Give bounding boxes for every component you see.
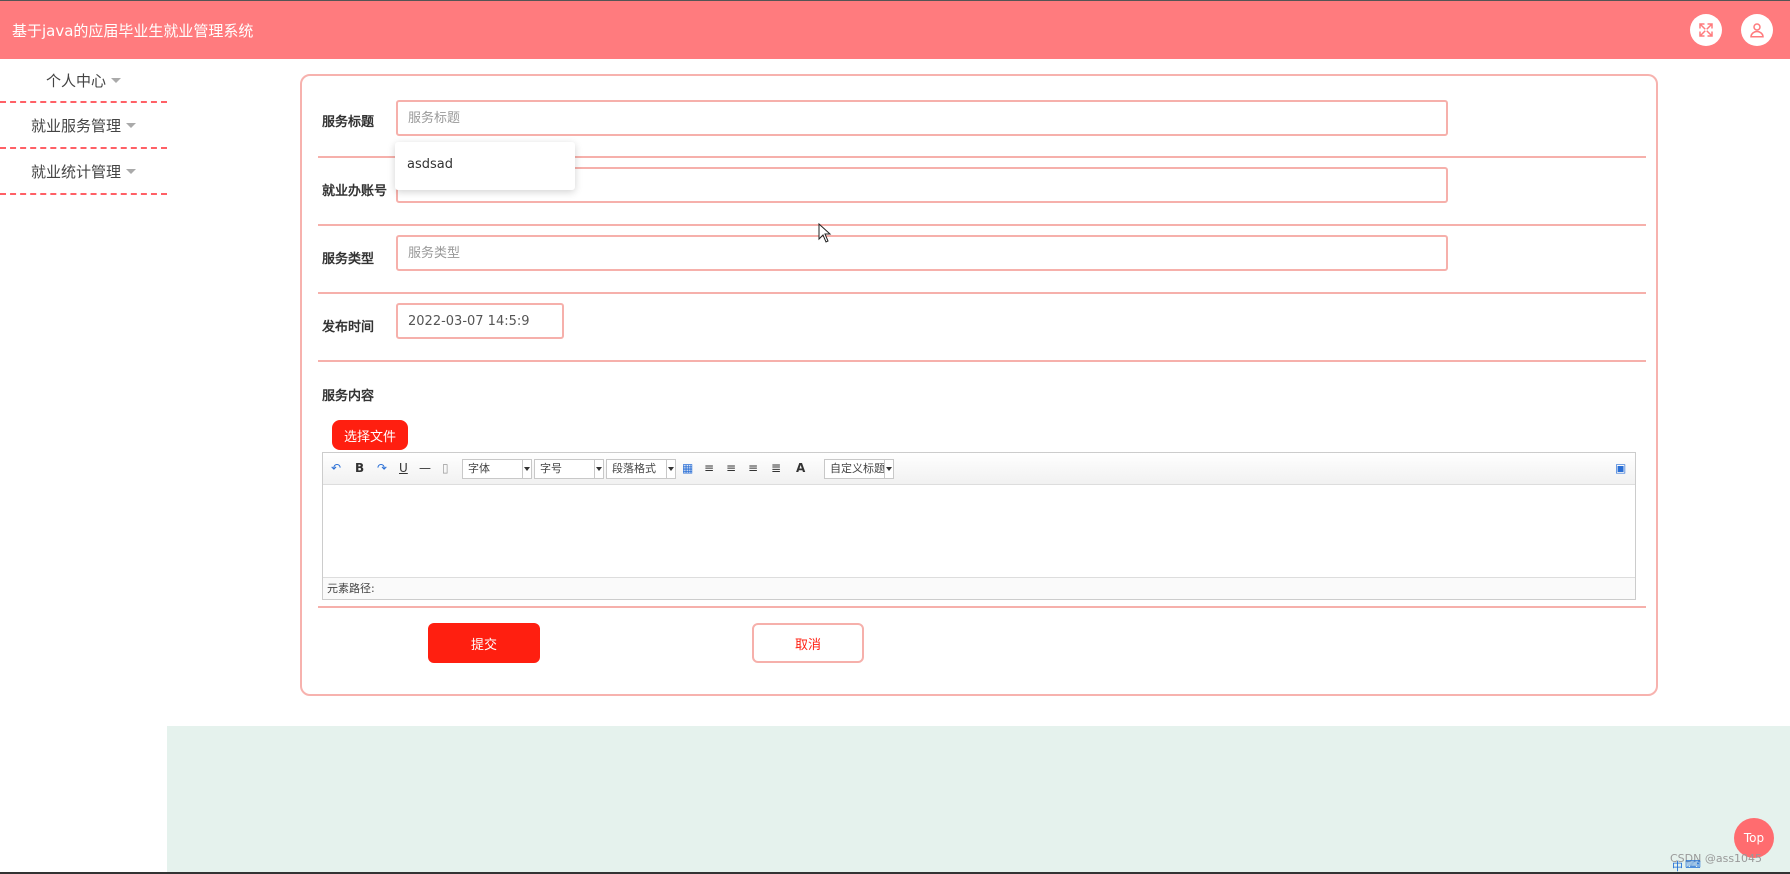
sidebar: 个人中心 就业服务管理 就业统计管理	[0, 59, 167, 195]
service-type-label: 服务类型	[322, 252, 375, 267]
publish-time-label: 发布时间	[322, 320, 375, 335]
top-bar: 基于java的应届毕业生就业管理系统	[0, 0, 1790, 59]
service-title-input[interactable]	[396, 100, 1448, 136]
publish-time-input[interactable]	[396, 303, 564, 339]
caret-down-icon	[111, 77, 121, 83]
editor-element-path: 元素路径:	[323, 577, 1635, 599]
custom-heading-select[interactable]: 自定义标题	[824, 459, 894, 479]
row-divider	[318, 598, 1646, 608]
mouse-cursor-icon	[818, 223, 832, 243]
fullscreen-editor-icon[interactable]: ▣	[1615, 460, 1626, 476]
sidebar-item-employment-statistics[interactable]: 就业统计管理	[0, 149, 167, 195]
paragraph-format-value: 段落格式	[612, 462, 656, 475]
content-label: 服务内容	[322, 389, 375, 404]
service-title-label: 服务标题	[322, 115, 375, 130]
font-color-icon[interactable]: A	[796, 460, 805, 476]
app-title: 基于java的应届毕业生就业管理系统	[12, 22, 254, 40]
user-icon	[1750, 23, 1764, 38]
rich-text-editor: ↶ B ↷ U — ▯ 字体 字号 段落格式 ▦ ≡ ≡ ≡ ≣ A 自定义标题	[322, 452, 1636, 600]
choose-file-button[interactable]: 选择文件	[332, 420, 408, 450]
page-icon[interactable]: ▯	[442, 460, 449, 476]
caret-down-icon	[126, 122, 136, 128]
service-type-input[interactable]	[396, 235, 1448, 271]
horizontal-rule-icon[interactable]: —	[419, 460, 431, 476]
row-publish-time: 发布时间	[318, 294, 1646, 362]
autocomplete-option[interactable]: asdsad	[407, 157, 453, 172]
caret-down-icon	[126, 168, 136, 174]
sidebar-item-label: 就业统计管理	[30, 162, 121, 181]
sidebar-item-employment-service[interactable]: 就业服务管理	[0, 103, 167, 149]
custom-heading-value: 自定义标题	[830, 462, 885, 475]
editor-content-area[interactable]	[323, 485, 1635, 577]
sidebar-item-personal-center[interactable]: 个人中心	[0, 59, 167, 103]
paragraph-format-select[interactable]: 段落格式	[606, 459, 676, 479]
sidebar-item-label: 就业服务管理	[30, 116, 121, 135]
align-center-icon[interactable]: ≡	[748, 460, 758, 476]
table-icon[interactable]: ▦	[682, 460, 693, 476]
bold-icon[interactable]: B	[355, 460, 364, 476]
redo-icon[interactable]: ↷	[377, 460, 387, 476]
footer-band	[167, 726, 1790, 874]
undo-icon[interactable]: ↶	[331, 460, 341, 476]
autocomplete-dropdown: asdsad	[395, 142, 575, 190]
expand-icon	[1699, 23, 1713, 37]
row-service-type: 服务类型	[318, 226, 1646, 294]
sidebar-item-label: 个人中心	[45, 71, 106, 90]
align-justify-icon[interactable]: ≣	[771, 460, 781, 476]
font-size-select[interactable]: 字号	[534, 459, 604, 479]
account-label: 就业办账号	[322, 184, 388, 199]
user-button[interactable]	[1741, 14, 1773, 46]
underline-icon[interactable]: U	[399, 460, 408, 476]
cancel-button[interactable]: 取消	[752, 623, 864, 663]
align-left-icon[interactable]: ≡	[704, 460, 714, 476]
fullscreen-button[interactable]	[1690, 14, 1722, 46]
submit-button[interactable]: 提交	[428, 623, 540, 663]
font-family-value: 字体	[468, 462, 490, 475]
align-right-icon[interactable]: ≡	[726, 460, 736, 476]
font-family-select[interactable]: 字体	[462, 459, 532, 479]
editor-toolbar: ↶ B ↷ U — ▯ 字体 字号 段落格式 ▦ ≡ ≡ ≡ ≣ A 自定义标题	[323, 453, 1635, 485]
font-size-value: 字号	[540, 462, 562, 475]
